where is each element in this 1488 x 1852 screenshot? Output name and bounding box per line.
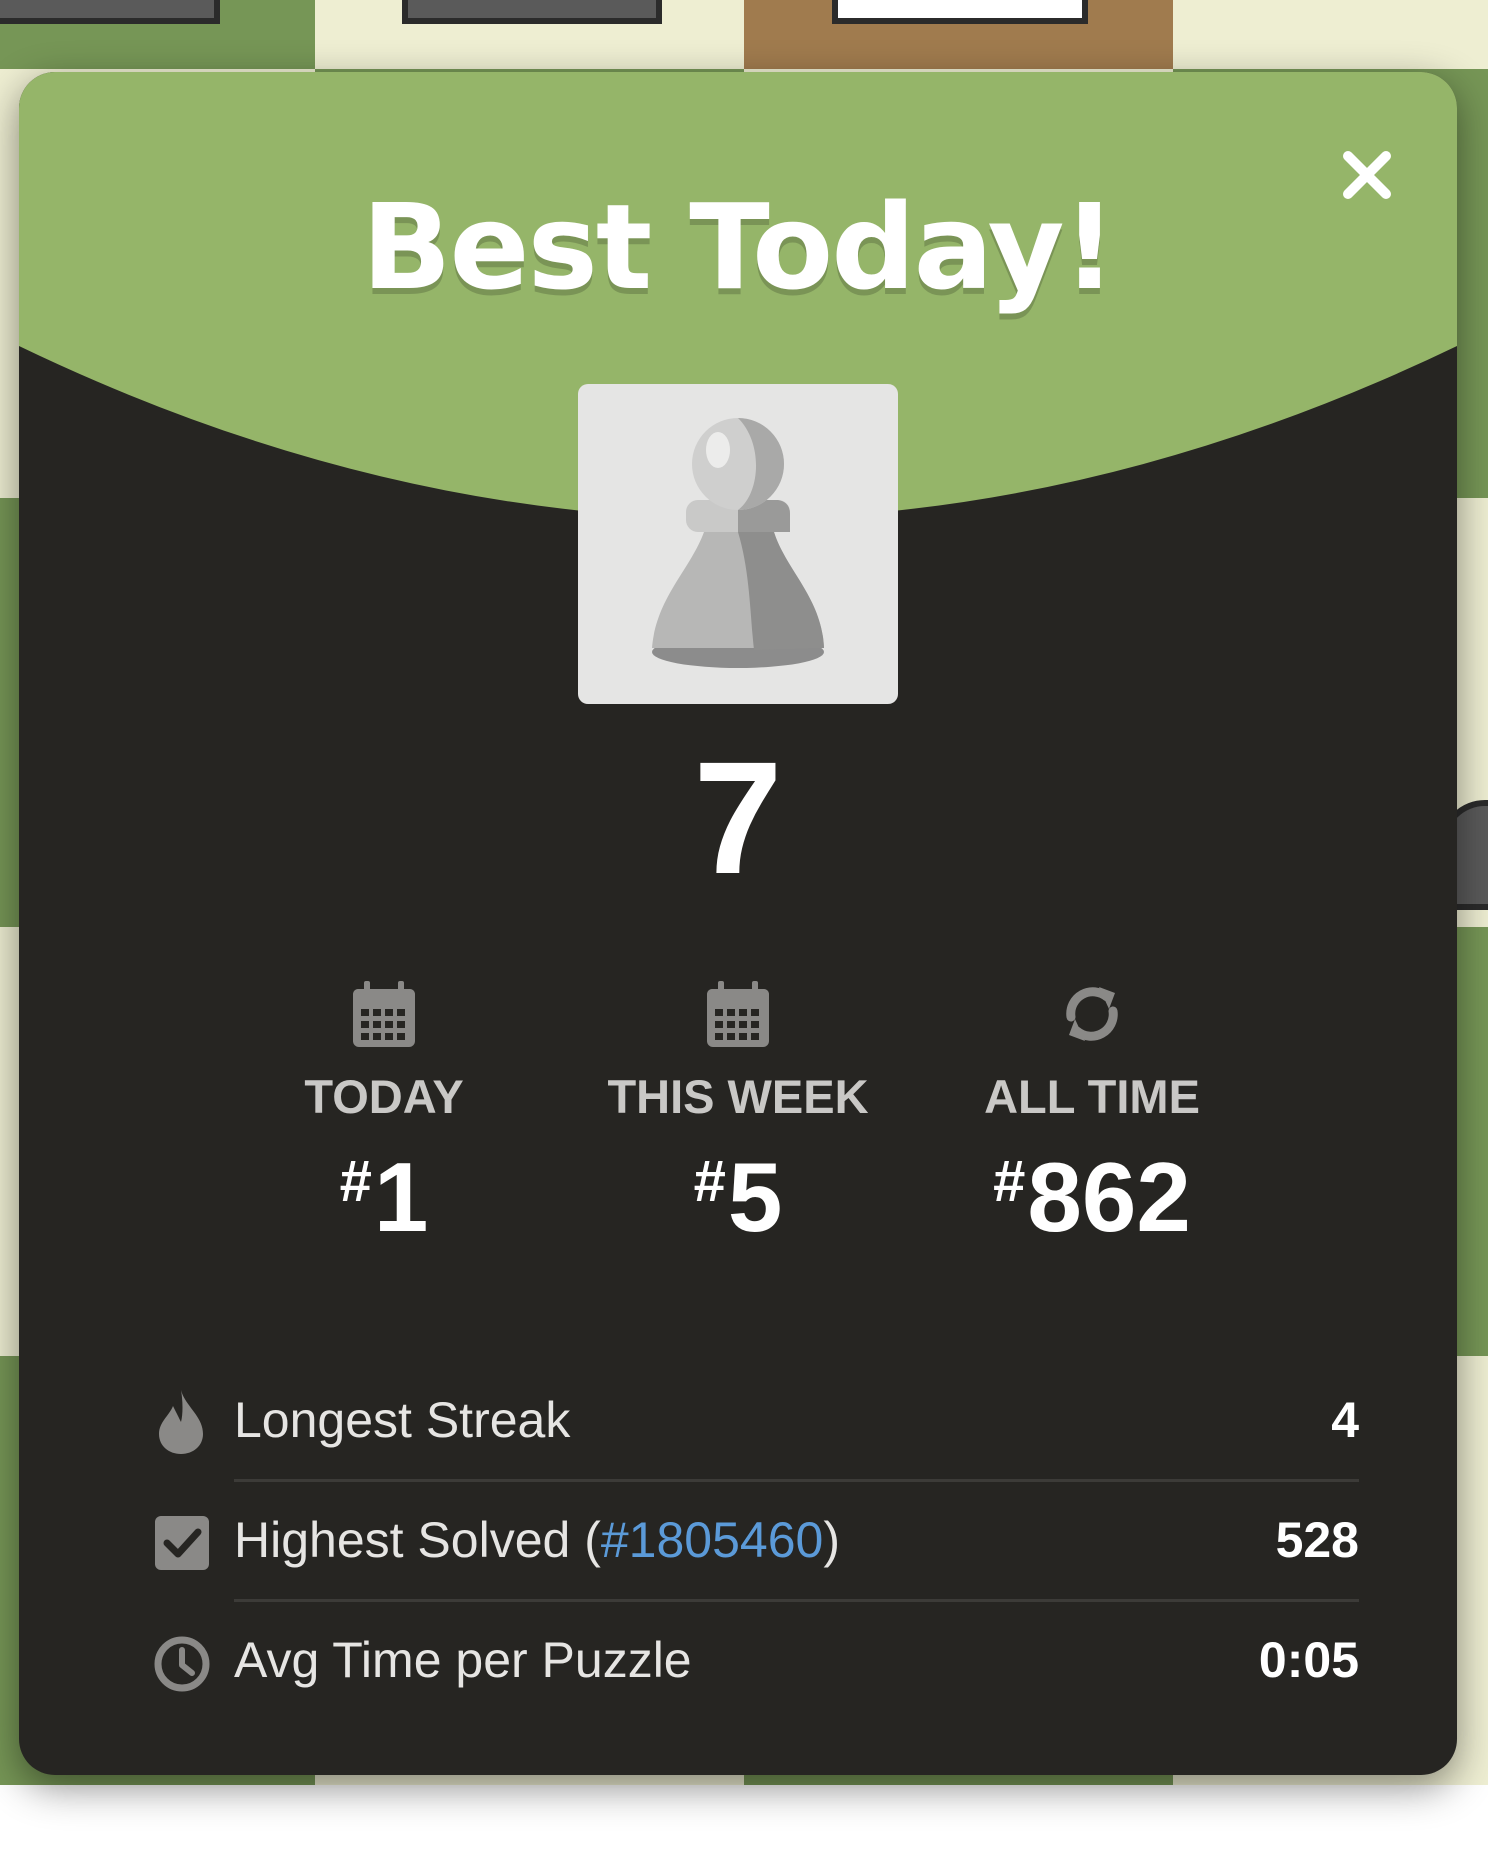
stat-value: 528 bbox=[1275, 1512, 1359, 1568]
stat-highest-solved: Highest Solved (#1805460) 528 bbox=[149, 1482, 1359, 1602]
pawn-icon bbox=[652, 418, 824, 668]
chess-piece-fragment bbox=[0, 0, 220, 24]
rank-all-time: ALL TIME #862 bbox=[902, 977, 1282, 1277]
stat-label-suffix: ) bbox=[823, 1512, 840, 1568]
calendar-icon bbox=[701, 977, 775, 1051]
stat-longest-streak: Longest Streak 4 bbox=[149, 1362, 1359, 1482]
calendar-icon bbox=[347, 977, 421, 1051]
close-icon bbox=[1343, 151, 1391, 199]
flame-icon bbox=[151, 1388, 213, 1456]
checkbox-icon bbox=[151, 1508, 213, 1576]
modal-title: Best Today! bbox=[361, 178, 1117, 316]
rank-number: 1 bbox=[373, 1142, 429, 1252]
rank-hash: # bbox=[693, 1149, 726, 1214]
rank-value: #5 bbox=[548, 1127, 928, 1252]
close-button[interactable] bbox=[1322, 130, 1412, 220]
rank-hash: # bbox=[339, 1149, 372, 1214]
stat-label: Avg Time per Puzzle bbox=[234, 1632, 692, 1688]
stats-list: Longest Streak 4 Highest Solved (#180546… bbox=[149, 1362, 1359, 1722]
rank-hash: # bbox=[993, 1149, 1026, 1214]
puzzle-score: 7 bbox=[693, 728, 783, 907]
refresh-icon bbox=[1055, 977, 1129, 1051]
rank-label: ALL TIME bbox=[984, 1070, 1200, 1123]
stat-label-prefix: Highest Solved ( bbox=[234, 1512, 601, 1568]
clock-icon bbox=[151, 1628, 213, 1696]
stat-label: Highest Solved (#1805460) bbox=[234, 1510, 840, 1570]
rank-value: #862 bbox=[902, 1127, 1282, 1252]
puzzle-link[interactable]: #1805460 bbox=[601, 1512, 823, 1568]
rank-label: TODAY bbox=[304, 1070, 464, 1123]
stat-value: 0:05 bbox=[1258, 1632, 1359, 1688]
chess-piece-fragment bbox=[832, 0, 1088, 24]
stat-label: Longest Streak bbox=[234, 1392, 571, 1448]
best-today-modal: Best Today! 7 TODAY #1 THIS WEEK #5 ALL … bbox=[19, 72, 1457, 1775]
rank-label: THIS WEEK bbox=[607, 1070, 869, 1123]
rank-this-week: THIS WEEK #5 bbox=[548, 977, 928, 1277]
chess-piece-fragment bbox=[402, 0, 662, 24]
stat-value: 4 bbox=[1331, 1392, 1359, 1448]
rank-value: #1 bbox=[194, 1127, 574, 1252]
stat-avg-time: Avg Time per Puzzle 0:05 bbox=[149, 1602, 1359, 1722]
rank-today: TODAY #1 bbox=[194, 977, 574, 1277]
rank-number: 862 bbox=[1027, 1142, 1191, 1252]
rank-number: 5 bbox=[727, 1142, 783, 1252]
avatar bbox=[578, 384, 898, 704]
